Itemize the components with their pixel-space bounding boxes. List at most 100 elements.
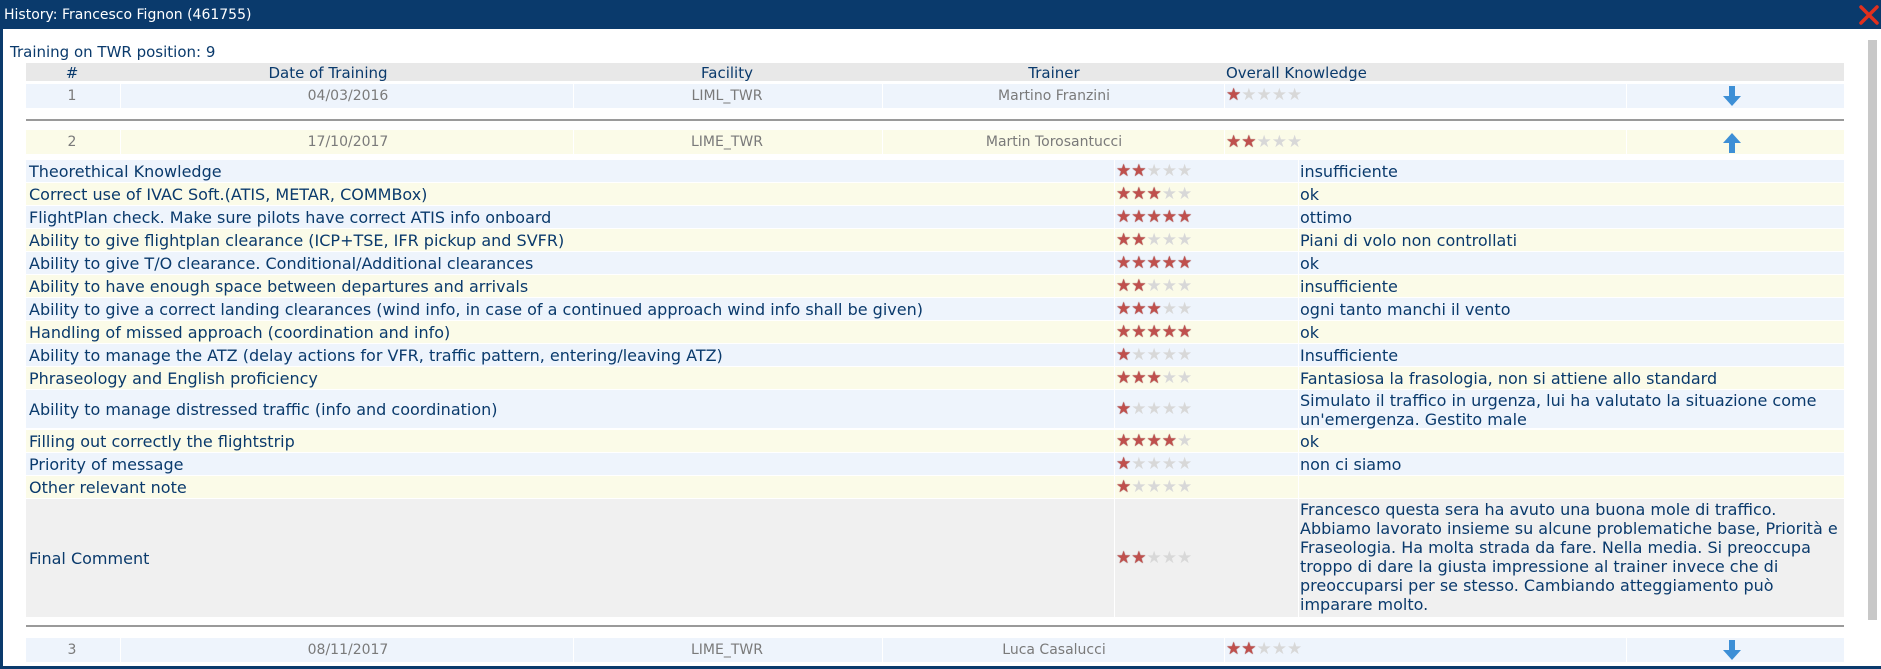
star-icon: ★: [1241, 639, 1257, 659]
detail-comment: non ci siamo: [1300, 455, 1402, 474]
col-date: Date of Training: [268, 64, 388, 82]
star-icon: ★: [1146, 183, 1162, 204]
detail-rating: ★★★★★: [1116, 453, 1192, 474]
session-num: 1: [67, 88, 77, 104]
star-icon: ★: [1146, 160, 1162, 181]
detail-row: Handling of missed approach (coordinatio…: [26, 321, 1844, 343]
cell-separator: [1114, 252, 1115, 274]
cell-separator: [1298, 229, 1299, 251]
detail-label: Ability to give flightplan clearance (IC…: [29, 230, 565, 250]
session-facility: LIME_TWR: [691, 642, 763, 658]
cell-separator: [120, 84, 121, 108]
star-icon: ★: [1241, 132, 1257, 152]
arrow-up-icon[interactable]: [1720, 131, 1744, 155]
cell-separator: [1114, 344, 1115, 366]
detail-row: Priority of message ★★★★★ non ci siamo: [26, 453, 1844, 475]
star-icon: ★: [1161, 275, 1177, 296]
star-icon: ★: [1116, 160, 1132, 181]
cell-separator: [1224, 84, 1225, 108]
cell-separator: [1626, 84, 1627, 108]
star-icon: ★: [1161, 476, 1177, 497]
detail-comment: ottimo: [1300, 208, 1353, 227]
session-row-3[interactable]: 3 08/11/2017 LIME_TWR Luca Casalucci ★★★…: [26, 638, 1844, 662]
star-icon: ★: [1161, 298, 1177, 319]
star-icon: ★: [1161, 367, 1177, 388]
star-icon: ★: [1116, 367, 1132, 388]
star-icon: ★: [1256, 639, 1272, 659]
star-icon: ★: [1177, 275, 1193, 296]
cell-separator: [1114, 476, 1115, 498]
star-icon: ★: [1146, 453, 1162, 474]
star-icon: ★: [1177, 229, 1193, 250]
detail-label: Ability to give a correct landing cleara…: [29, 299, 923, 319]
cell-separator: [1114, 367, 1115, 389]
star-icon: ★: [1116, 275, 1132, 296]
star-icon: ★: [1131, 206, 1147, 227]
star-icon: ★: [1131, 183, 1147, 204]
detail-row: Phraseology and English proficiency ★★★★★…: [26, 367, 1844, 389]
arrow-down-icon[interactable]: [1720, 638, 1744, 662]
star-icon: ★: [1177, 430, 1193, 451]
col-trainer: Trainer: [1028, 64, 1080, 82]
star-icon: ★: [1146, 252, 1162, 273]
star-icon: ★: [1177, 344, 1193, 365]
detail-label: Ability to manage distressed traffic (in…: [29, 399, 498, 419]
session-date: 04/03/2016: [307, 88, 389, 104]
section-divider: [26, 119, 1844, 121]
detail-row: Ability to have enough space between dep…: [26, 275, 1844, 297]
cell-separator: [1114, 229, 1115, 251]
star-icon: ★: [1131, 476, 1147, 497]
star-icon: ★: [1177, 183, 1193, 204]
close-x-icon[interactable]: [1857, 3, 1881, 27]
cell-separator: [1626, 638, 1627, 662]
star-icon: ★: [1256, 85, 1272, 105]
session-row-2[interactable]: 2 17/10/2017 LIME_TWR Martin Torosantucc…: [26, 130, 1844, 154]
cell-separator: [1298, 206, 1299, 228]
detail-label: Ability to have enough space between dep…: [29, 276, 529, 296]
scrollbar[interactable]: [1868, 40, 1877, 620]
star-icon: ★: [1131, 367, 1147, 388]
history-window: History: Francesco Fignon (461755) Train…: [0, 0, 1881, 669]
session-facility: LIML_TWR: [691, 88, 763, 104]
star-icon: ★: [1146, 206, 1162, 227]
star-icon: ★: [1116, 252, 1132, 273]
detail-label: Handling of missed approach (coordinatio…: [29, 322, 451, 342]
detail-comment: insufficiente: [1300, 162, 1398, 181]
star-icon: ★: [1146, 298, 1162, 319]
table-header: # Date of Training Facility Trainer Over…: [26, 63, 1844, 82]
star-icon: ★: [1131, 252, 1147, 273]
title-bar: History: Francesco Fignon (461755): [0, 0, 1881, 29]
cell-separator: [882, 130, 883, 154]
detail-rating: ★★★★★: [1116, 547, 1192, 568]
section-divider: [26, 625, 1844, 627]
cell-separator: [1114, 499, 1115, 617]
star-icon: ★: [1131, 275, 1147, 296]
detail-comment: insufficiente: [1300, 277, 1398, 296]
detail-row: Theorethical Knowledge ★★★★★ insufficiente: [26, 160, 1844, 182]
detail-label: Theorethical Knowledge: [29, 161, 222, 181]
star-icon: ★: [1131, 344, 1147, 365]
cell-separator: [1298, 252, 1299, 274]
cell-separator: [1298, 275, 1299, 297]
star-icon: ★: [1161, 547, 1177, 568]
star-icon: ★: [1161, 321, 1177, 342]
session-row-1[interactable]: 1 04/03/2016 LIML_TWR Martino Franzini ★…: [26, 84, 1844, 108]
detail-label: Filling out correctly the flightstrip: [29, 431, 295, 451]
detail-comment: Insufficiente: [1300, 346, 1399, 365]
cell-separator: [1298, 453, 1299, 475]
star-icon: ★: [1161, 252, 1177, 273]
detail-rating: ★★★★★: [1116, 476, 1192, 497]
detail-row: Ability to manage distressed traffic (in…: [26, 390, 1844, 429]
detail-comment: ok: [1300, 254, 1320, 273]
star-icon: ★: [1131, 398, 1147, 419]
cell-separator: [1114, 160, 1115, 182]
arrow-down-icon[interactable]: [1720, 84, 1744, 108]
cell-separator: [573, 638, 574, 662]
star-icon: ★: [1161, 206, 1177, 227]
star-icon: ★: [1177, 160, 1193, 181]
star-icon: ★: [1116, 321, 1132, 342]
detail-rating: ★★★★★: [1116, 398, 1192, 419]
star-icon: ★: [1161, 453, 1177, 474]
star-icon: ★: [1161, 160, 1177, 181]
detail-row: Ability to give a correct landing cleara…: [26, 298, 1844, 320]
